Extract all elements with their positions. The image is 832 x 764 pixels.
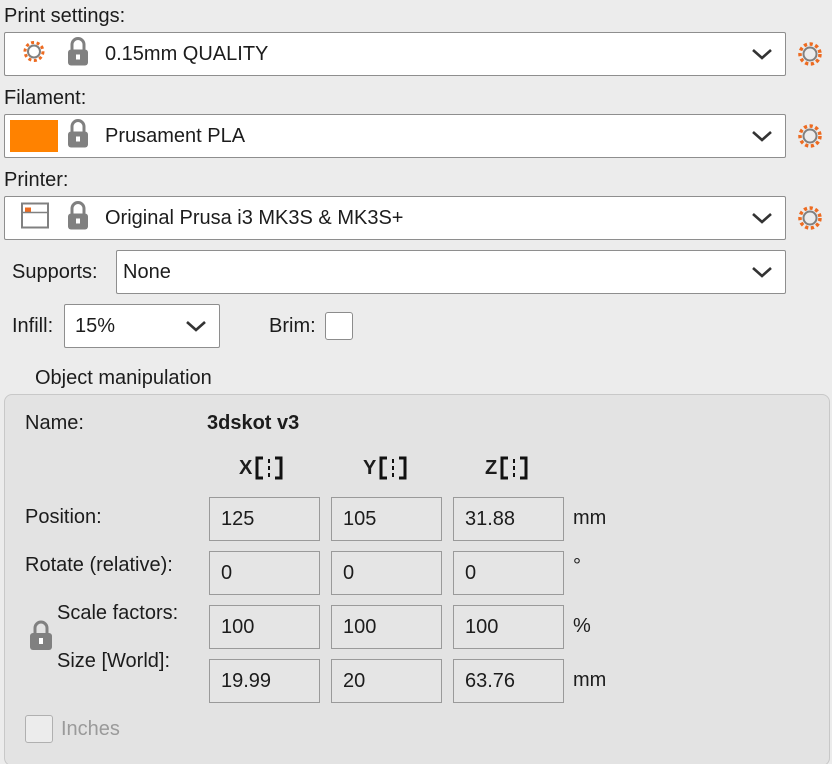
axis-y-icon xyxy=(379,456,407,480)
printer-value: Original Prusa i3 MK3S & MK3S+ xyxy=(105,206,404,229)
chevron-down-icon xyxy=(752,267,772,278)
axis-z-icon xyxy=(500,456,528,480)
supports-value: None xyxy=(123,260,171,283)
printer-label: Printer: xyxy=(4,169,69,191)
print-settings-label: Print settings: xyxy=(4,5,126,27)
position-z-field[interactable]: 31.88 xyxy=(453,497,564,541)
name-label: Name: xyxy=(25,412,84,434)
lock-icon xyxy=(67,201,89,236)
scale-x-field[interactable]: 100 xyxy=(209,605,320,649)
rotate-y-field[interactable]: 0 xyxy=(331,551,442,595)
scale-lock-icon[interactable] xyxy=(29,619,53,656)
rotate-x-field[interactable]: 0 xyxy=(209,551,320,595)
inches-checkbox[interactable] xyxy=(25,715,53,743)
rotate-z-field[interactable]: 0 xyxy=(453,551,564,595)
axis-y-label: Y xyxy=(363,456,377,479)
gear-icon xyxy=(19,37,49,72)
axis-z-header: Z xyxy=(485,455,529,481)
size-unit: mm xyxy=(573,669,607,691)
position-label: Position: xyxy=(25,506,102,528)
inches-label: Inches xyxy=(61,718,120,740)
scale-y-field[interactable]: 100 xyxy=(331,605,442,649)
brim-checkbox[interactable] xyxy=(325,312,353,340)
object-manipulation-title: Object manipulation xyxy=(35,367,212,389)
position-y-field[interactable]: 105 xyxy=(331,497,442,541)
position-x-field[interactable]: 125 xyxy=(209,497,320,541)
filament-value: Prusament PLA xyxy=(105,124,246,147)
axis-x-icon xyxy=(255,456,283,480)
infill-value: 15% xyxy=(75,314,116,337)
lock-icon xyxy=(67,37,89,72)
printer-gear-icon[interactable] xyxy=(796,204,824,232)
printer-icon xyxy=(21,202,49,234)
infill-combo[interactable]: 15% xyxy=(64,304,220,348)
filament-gear-icon[interactable] xyxy=(796,122,824,150)
chevron-down-icon xyxy=(752,213,772,224)
size-label: Size [World]: xyxy=(57,650,170,672)
print-settings-combo[interactable]: 0.15mm QUALITY xyxy=(4,32,786,76)
object-manipulation-panel: Name: 3dskot v3 X Y Z Position: 125 105 … xyxy=(4,394,830,764)
print-settings-gear-icon[interactable] xyxy=(796,40,824,68)
size-x-field[interactable]: 19.99 xyxy=(209,659,320,703)
chevron-down-icon xyxy=(752,131,772,142)
scale-z-field[interactable]: 100 xyxy=(453,605,564,649)
axis-y-header: Y xyxy=(363,455,408,481)
scale-label: Scale factors: xyxy=(57,602,179,624)
filament-color-swatch[interactable] xyxy=(10,120,58,152)
brim-label: Brim: xyxy=(269,315,316,337)
supports-combo[interactable]: None xyxy=(116,250,786,294)
size-z-field[interactable]: 63.76 xyxy=(453,659,564,703)
axis-x-label: X xyxy=(239,456,253,479)
chevron-down-icon xyxy=(752,49,772,60)
rotate-unit: ° xyxy=(573,555,581,577)
filament-combo[interactable]: Prusament PLA xyxy=(4,114,786,158)
lock-icon xyxy=(67,119,89,154)
axis-z-label: Z xyxy=(485,456,498,479)
infill-label: Infill: xyxy=(12,315,54,337)
position-unit: mm xyxy=(573,507,607,529)
chevron-down-icon xyxy=(186,321,206,332)
size-y-field[interactable]: 20 xyxy=(331,659,442,703)
print-settings-value: 0.15mm QUALITY xyxy=(105,42,269,65)
axis-x-header: X xyxy=(239,455,284,481)
filament-label: Filament: xyxy=(4,87,87,109)
scale-unit: % xyxy=(573,615,591,637)
object-name: 3dskot v3 xyxy=(207,412,300,434)
rotate-label: Rotate (relative): xyxy=(25,554,173,576)
printer-combo[interactable]: Original Prusa i3 MK3S & MK3S+ xyxy=(4,196,786,240)
supports-label: Supports: xyxy=(12,261,98,283)
